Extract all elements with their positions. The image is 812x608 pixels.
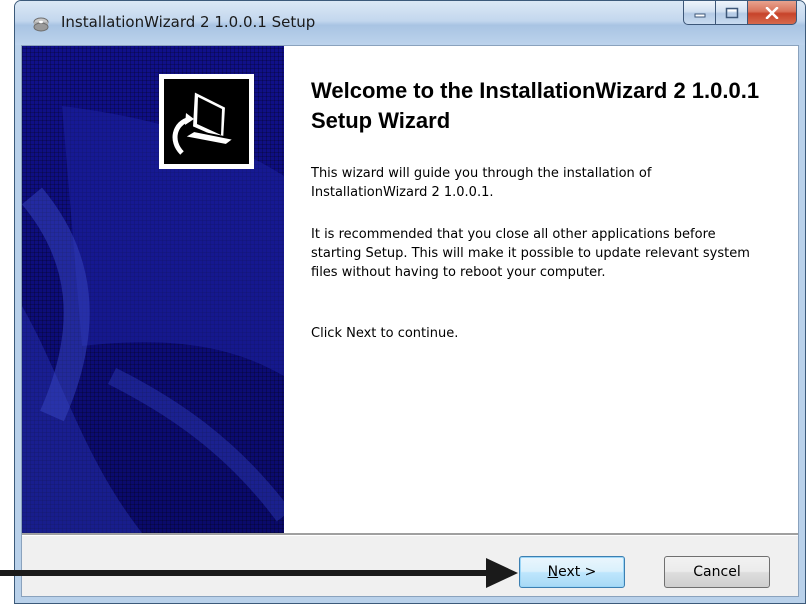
welcome-panel: Welcome to the InstallationWizard 2 1.0.… [284, 46, 798, 533]
installer-computer-icon [164, 79, 249, 164]
description-text: This wizard will guide you through the i… [311, 166, 652, 200]
instruction-text: Click Next to continue. [311, 326, 459, 341]
installer-disc-icon [33, 17, 49, 32]
caption-buttons [683, 1, 797, 25]
minimize-icon [694, 13, 705, 17]
next-button-label: ext > [558, 564, 597, 580]
close-button[interactable] [747, 1, 797, 25]
pointer-arrow-icon [0, 558, 518, 588]
installer-logo [159, 74, 254, 169]
next-button-mnemonic: N [547, 564, 559, 580]
cancel-button[interactable]: Cancel [664, 556, 770, 588]
wizard-content: Welcome to the InstallationWizard 2 1.0.… [21, 45, 799, 597]
window-title: InstallationWizard 2 1.0.0.1 Setup [61, 13, 316, 31]
title-bar[interactable]: InstallationWizard 2 1.0.0.1 Setup [15, 1, 805, 45]
maximize-button[interactable] [715, 1, 747, 25]
next-button[interactable]: Next > [519, 556, 625, 588]
close-icon [765, 6, 779, 19]
maximize-icon [725, 7, 738, 18]
minimize-button[interactable] [683, 1, 715, 25]
setup-window: InstallationWizard 2 1.0.0.1 Setup Welco… [14, 0, 806, 604]
wizard-sidebar-image [22, 46, 284, 533]
recommendation-text: It is recommended that you close all oth… [311, 227, 750, 280]
page-title: Welcome to the InstallationWizard 2 1.0.… [311, 78, 760, 133]
